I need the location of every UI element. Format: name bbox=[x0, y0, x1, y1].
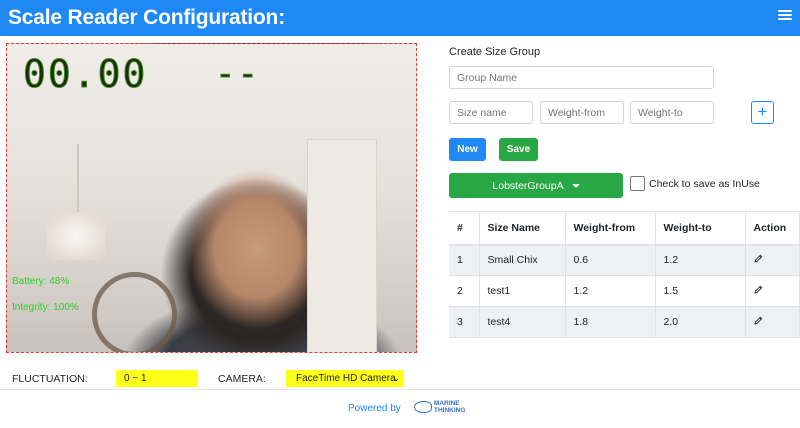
row-num: 1 bbox=[449, 244, 480, 276]
pencil-icon[interactable] bbox=[753, 285, 763, 294]
camera-scene-lamp bbox=[47, 212, 105, 260]
footer-divider bbox=[0, 389, 800, 390]
inuse-label: Check to save as InUse bbox=[649, 178, 760, 190]
size-name-input[interactable] bbox=[449, 101, 533, 124]
row-num: 2 bbox=[449, 275, 480, 307]
add-size-button[interactable]: + bbox=[751, 101, 774, 124]
size-table: # Size Name Weight-from Weight-to Action… bbox=[449, 211, 800, 338]
row-weight-from: 1.8 bbox=[565, 306, 656, 338]
row-size-name: test1 bbox=[479, 275, 566, 307]
marine-thinking-logo[interactable]: MARINE THINKING bbox=[414, 400, 465, 414]
row-action bbox=[745, 306, 800, 338]
header-weight-from: Weight-from bbox=[565, 211, 656, 246]
row-size-name: Small Chix bbox=[479, 244, 566, 276]
header-action: Action bbox=[745, 211, 800, 246]
camera-label: CAMERA: bbox=[218, 373, 266, 385]
row-weight-from: 0.6 bbox=[565, 244, 656, 276]
table-header-row: # Size Name Weight-from Weight-to Action bbox=[449, 211, 800, 246]
table-row: 2 test1 1.2 1.5 bbox=[449, 275, 800, 307]
size-group-dropdown-label: LobsterGroupA bbox=[492, 179, 564, 192]
size-group-title: Create Size Group bbox=[449, 46, 541, 58]
save-button[interactable]: Save bbox=[499, 138, 538, 161]
pencil-icon[interactable] bbox=[753, 254, 763, 263]
integrity-readout: Integrity: 100% bbox=[12, 302, 79, 313]
group-name-input[interactable] bbox=[449, 66, 714, 89]
page-title: Scale Reader Configuration: bbox=[8, 6, 285, 29]
table-row: 3 test4 1.8 2.0 bbox=[449, 306, 800, 338]
row-size-name: test4 bbox=[479, 306, 566, 338]
status-display: -- bbox=[215, 54, 260, 95]
camera-scene-wheel bbox=[92, 272, 177, 352]
row-action bbox=[745, 275, 800, 307]
size-group-dropdown[interactable]: LobsterGroupA bbox=[449, 173, 623, 198]
inuse-checkbox[interactable] bbox=[630, 176, 645, 191]
row-weight-to: 1.5 bbox=[655, 275, 746, 307]
header-weight-to: Weight-to bbox=[655, 211, 746, 246]
camera-select[interactable]: FaceTime HD Camera ⌄ bbox=[286, 370, 404, 387]
powered-by-text: Powered by bbox=[348, 403, 401, 414]
logo-text: MARINE THINKING bbox=[434, 400, 466, 414]
camera-scene-cord bbox=[77, 144, 79, 214]
row-weight-to: 1.2 bbox=[655, 244, 746, 276]
weight-display: 00.00 bbox=[22, 52, 148, 97]
caret-down-icon bbox=[571, 183, 580, 188]
new-button[interactable]: New bbox=[449, 138, 486, 161]
weight-to-input[interactable] bbox=[630, 101, 714, 124]
camera-feed: 00.00 -- Battery: 48% Integrity: 100% bbox=[6, 43, 417, 353]
battery-readout: Battery: 48% bbox=[12, 276, 70, 287]
fish-logo-icon bbox=[414, 401, 432, 413]
header-size-name: Size Name bbox=[479, 211, 566, 246]
hamburger-menu-icon[interactable] bbox=[778, 8, 792, 22]
header-num: # bbox=[449, 211, 480, 246]
app-header: Scale Reader Configuration: bbox=[0, 0, 800, 36]
fluctuation-field[interactable]: 0 ~ 1 bbox=[116, 370, 198, 387]
camera-scene-door bbox=[307, 139, 377, 352]
row-num: 3 bbox=[449, 306, 480, 338]
pencil-icon[interactable] bbox=[753, 316, 763, 325]
chevron-down-icon: ⌄ bbox=[392, 373, 400, 383]
camera-select-value: FaceTime HD Camera bbox=[296, 373, 396, 384]
row-action bbox=[745, 244, 800, 276]
row-weight-from: 1.2 bbox=[565, 275, 656, 307]
weight-from-input[interactable] bbox=[540, 101, 624, 124]
row-weight-to: 2.0 bbox=[655, 306, 746, 338]
table-row: 1 Small Chix 0.6 1.2 bbox=[449, 244, 800, 276]
fluctuation-label: FLUCTUATION: bbox=[12, 373, 88, 385]
